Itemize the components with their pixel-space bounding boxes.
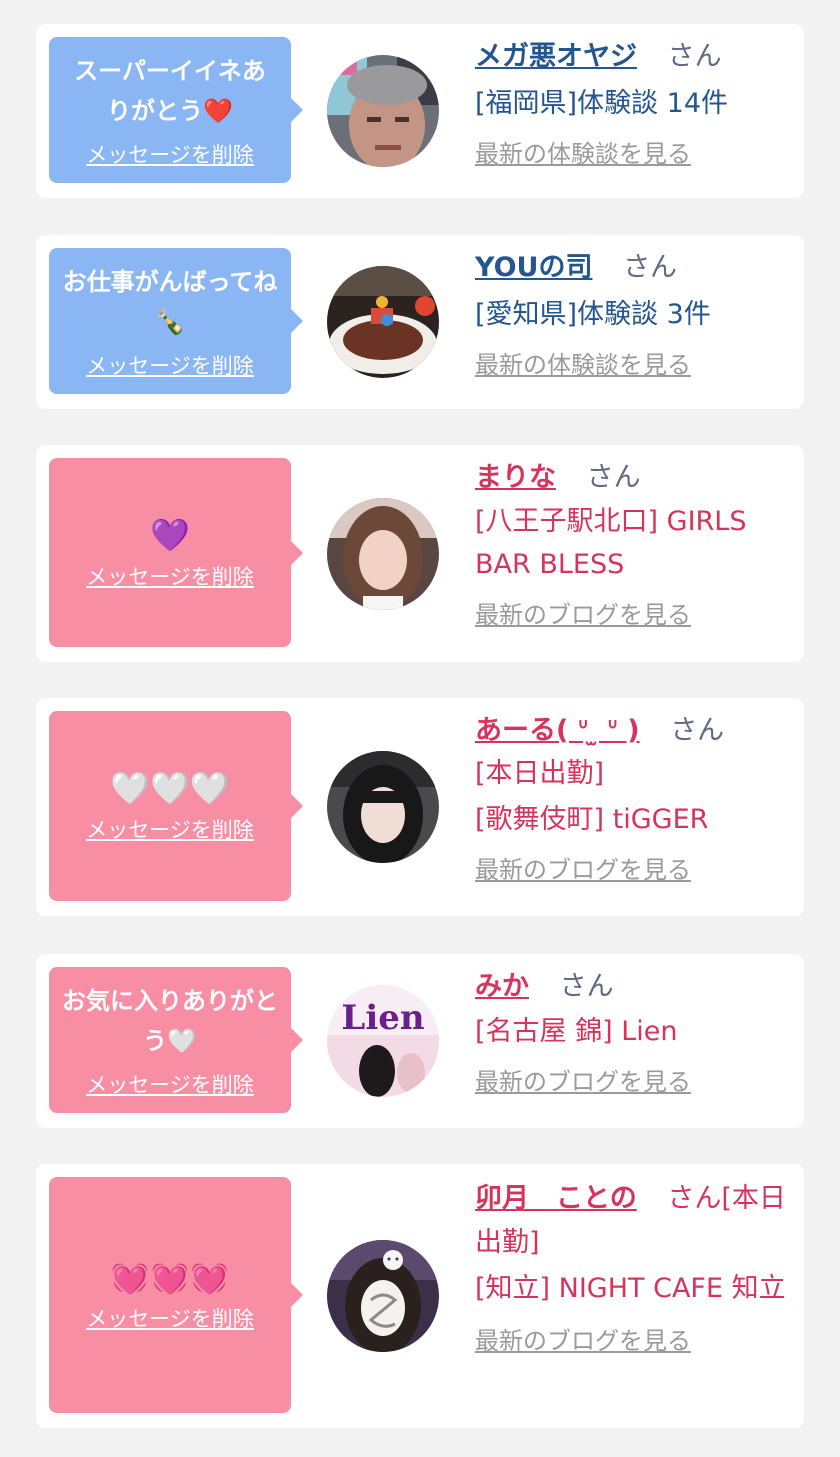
avatar-photo [327, 1240, 439, 1352]
sender-info: YOUの司 さん [愛知県]体験談 3件 最新の体験談を見る [475, 248, 788, 382]
delete-message-link[interactable]: メッセージを削除 [86, 139, 254, 169]
avatar-photo [327, 498, 439, 610]
honorific: さん [559, 971, 614, 1002]
sender-info: メガ悪オヤジ さん [福岡県]体験談 14件 最新の体験談を見る [475, 37, 788, 171]
avatar-photo [327, 751, 439, 863]
avatar[interactable] [327, 55, 439, 167]
message-card: 💓💓💓 メッセージを削除 卯月 ことの さん[本日出勤] [知立] NIGHT … [36, 1164, 804, 1428]
avatar[interactable] [327, 498, 439, 610]
message-card: お気に入りありがとう🤍 メッセージを削除 Lien みか さん [名古屋 錦] … [36, 954, 804, 1128]
delete-message-link[interactable]: メッセージを削除 [86, 814, 254, 844]
message-bubble: 🤍🤍🤍 メッセージを削除 [49, 711, 303, 901]
message-text: お気に入りありがとう🤍 [62, 987, 278, 1055]
sender-info: まりな さん [八王子駅北口] GIRLS BAR BLESS 最新のブログを見… [475, 458, 788, 632]
delete-message-link[interactable]: メッセージを削除 [86, 350, 254, 380]
avatar[interactable] [327, 1240, 439, 1352]
message-text: 💜 [150, 515, 190, 554]
sender-detail: [愛知県]体験談 3件 [475, 299, 711, 330]
sender-name-link[interactable]: メガ悪オヤジ [475, 41, 637, 72]
avatar[interactable] [327, 751, 439, 863]
avatar[interactable] [327, 266, 439, 378]
sender-name-link[interactable]: 卯月 ことの [475, 1183, 637, 1214]
message-card: スーパーイイネありがとう❤️ メッセージを削除 メガ悪オヤジ さん [福岡県]体… [36, 24, 804, 198]
sender-name-link[interactable]: まりな [475, 462, 556, 493]
delete-message-link[interactable]: メッセージを削除 [86, 1303, 254, 1333]
message-bubble: 💜 メッセージを削除 [49, 458, 303, 647]
message-card: 🤍🤍🤍 メッセージを削除 あーる( ᐡ ̫ ᐡ ) さん [本日出勤] [歌舞伎… [36, 698, 804, 916]
latest-blog-link[interactable]: 最新のブログを見る [475, 598, 788, 632]
message-bubble: お気に入りありがとう🤍 メッセージを削除 [49, 967, 303, 1113]
message-card: 💜 メッセージを削除 まりな さん [八王子駅北口] GIRLS BAR BLE… [36, 445, 804, 662]
avatar-photo [327, 266, 439, 378]
message-card: お仕事がんばってね🍾 メッセージを削除 YOUの司 さん [愛知県]体験談 3件… [36, 235, 804, 409]
sender-info: 卯月 ことの さん[本日出勤] [知立] NIGHT CAFE 知立 最新のブロ… [475, 1177, 788, 1358]
message-bubble: お仕事がんばってね🍾 メッセージを削除 [49, 248, 303, 394]
shop-detail: [歌舞伎町] tiGGER [475, 804, 709, 835]
honorific: さん [667, 41, 722, 72]
delete-message-link[interactable]: メッセージを削除 [86, 561, 254, 591]
message-text: スーパーイイネありがとう❤️ [74, 57, 266, 125]
avatar-photo: Lien [327, 985, 439, 1097]
honorific: さん [623, 252, 678, 283]
latest-reviews-link[interactable]: 最新の体験談を見る [475, 348, 788, 382]
avatar-photo [327, 55, 439, 167]
honorific: さん [670, 715, 725, 746]
sender-info: みか さん [名古屋 錦] Lien 最新のブログを見る [475, 967, 788, 1099]
message-text: 💓💓💓 [110, 1258, 230, 1296]
message-bubble: 💓💓💓 メッセージを削除 [49, 1177, 303, 1413]
sender-detail: [福岡県]体験談 14件 [475, 88, 729, 119]
delete-message-link[interactable]: メッセージを削除 [86, 1069, 254, 1099]
shop-detail: [名古屋 錦] Lien [475, 1016, 678, 1047]
sender-name-link[interactable]: YOUの司 [475, 252, 592, 283]
latest-blog-link[interactable]: 最新のブログを見る [475, 853, 788, 887]
latest-blog-link[interactable]: 最新のブログを見る [475, 1065, 788, 1099]
avatar[interactable]: Lien [327, 985, 439, 1097]
latest-reviews-link[interactable]: 最新の体験談を見る [475, 137, 788, 171]
shop-detail: [知立] NIGHT CAFE 知立 [475, 1273, 786, 1304]
message-bubble: スーパーイイネありがとう❤️ メッセージを削除 [49, 37, 303, 183]
sender-name-link[interactable]: あーる( ᐡ ̫ ᐡ ) [475, 715, 640, 746]
svg-text:Lien: Lien [341, 998, 424, 1038]
message-text: お仕事がんばってね🍾 [62, 268, 278, 336]
message-text: 🤍🤍🤍 [110, 769, 230, 807]
status-detail: [本日出勤] [475, 758, 605, 789]
latest-blog-link[interactable]: 最新のブログを見る [475, 1324, 788, 1358]
sender-name-link[interactable]: みか [475, 971, 529, 1002]
honorific: さん [586, 462, 641, 493]
sender-info: あーる( ᐡ ̫ ᐡ ) さん [本日出勤] [歌舞伎町] tiGGER 最新の… [475, 711, 788, 887]
shop-detail: [八王子駅北口] GIRLS BAR BLESS [475, 506, 747, 580]
